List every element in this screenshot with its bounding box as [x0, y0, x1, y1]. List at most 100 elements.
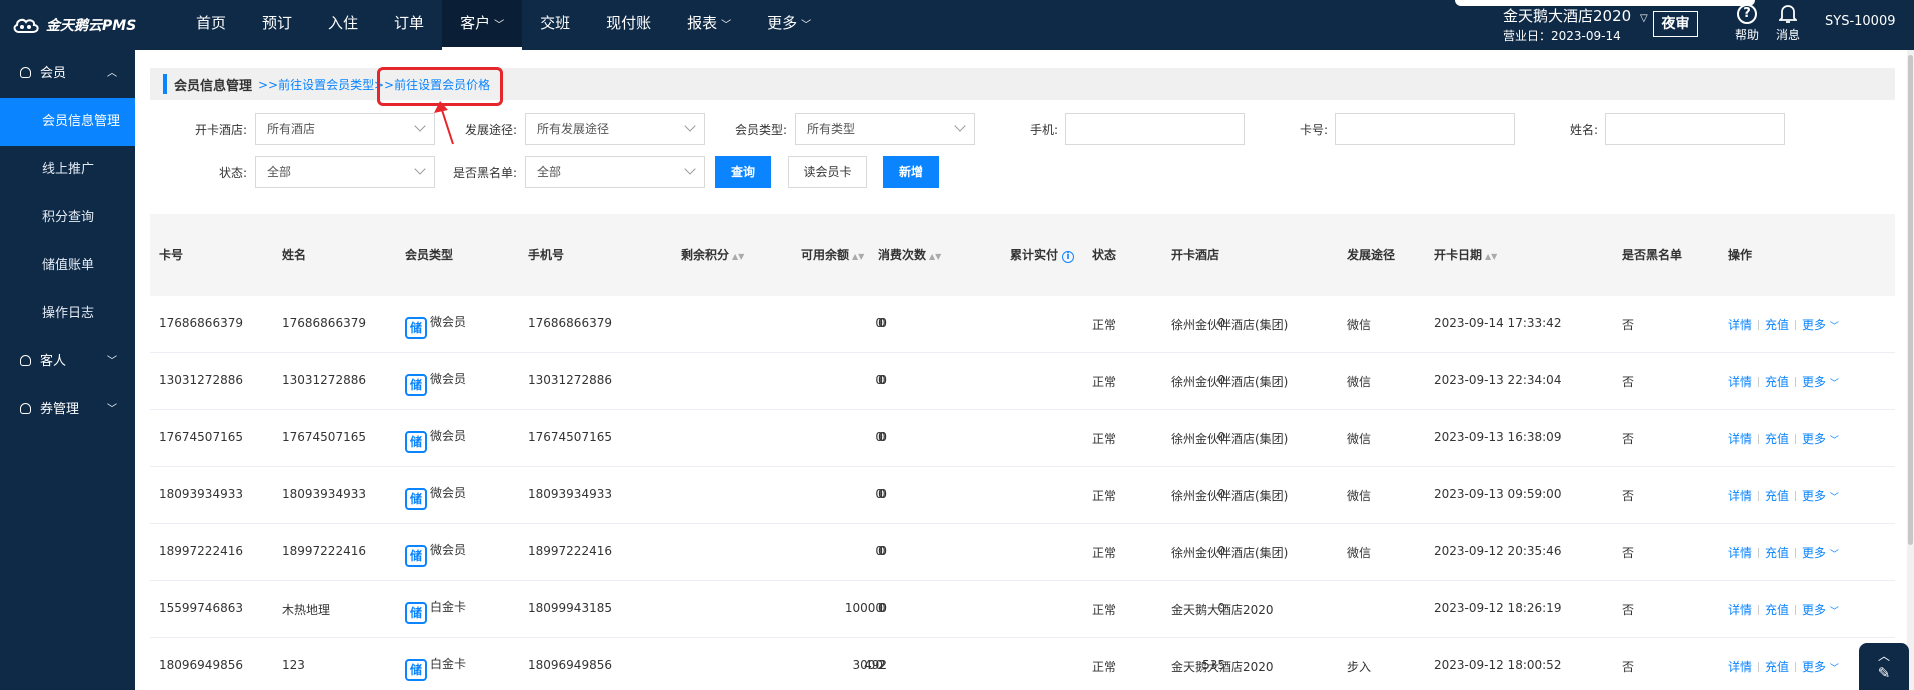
cell-ops: 详情 充值 更多 ﹀ — [1728, 544, 1839, 561]
nav-item-7[interactable]: 报表 ﹀ — [669, 0, 749, 50]
cell-name: 17674507165 — [282, 430, 366, 444]
stored-value-badge: 储 — [405, 317, 427, 339]
phone-input[interactable] — [1065, 113, 1245, 145]
read-card-button[interactable]: 读会员卡 — [788, 156, 867, 188]
sidebar-item-member-info[interactable]: 会员信息管理 — [0, 98, 135, 146]
status-filter-label: 状态: — [218, 166, 247, 180]
sidebar-group-guest[interactable]: 客人 ﹀ — [0, 338, 135, 386]
more-dropdown[interactable]: 更多 ﹀ — [1802, 489, 1839, 503]
detail-link[interactable]: 详情 — [1728, 603, 1752, 617]
recharge-link[interactable]: 充值 — [1765, 660, 1789, 674]
messages-button[interactable]: 消息 — [1768, 4, 1808, 43]
more-dropdown[interactable]: 更多 ﹀ — [1802, 375, 1839, 389]
name-input[interactable] — [1605, 113, 1785, 145]
type-filter-label: 会员类型: — [734, 123, 787, 137]
detail-link[interactable]: 详情 — [1728, 318, 1752, 332]
detail-link[interactable]: 详情 — [1728, 489, 1752, 503]
more-dropdown[interactable]: 更多 ﹀ — [1802, 432, 1839, 446]
add-member-button[interactable]: 新增 — [883, 156, 939, 188]
help-button[interactable]: ? 帮助 — [1727, 4, 1767, 43]
nav-item-label: 订单 — [394, 14, 425, 32]
hotel-select[interactable]: 所有酒店 — [255, 113, 435, 145]
cell-status: 正常 — [1092, 660, 1117, 674]
table-header: 卡号 姓名 会员类型 手机号 剩余积分 ▲▼ 可用余额 ▲▼ 消费次数 ▲▼ 累计实付… — [150, 214, 1895, 296]
nav-item-label: 更多 — [767, 14, 798, 32]
hotel-selector[interactable]: 金天鹅大酒店2020 ▽ 营业日：2023-09-14 — [1503, 5, 1648, 44]
nav-item-2[interactable]: 入住 — [310, 0, 376, 50]
divider — [1758, 548, 1760, 558]
col-ops: 操作 — [1728, 248, 1753, 262]
sidebar-item-points-query[interactable]: 积分查询 — [0, 194, 135, 242]
cell-black: 否 — [1622, 660, 1635, 674]
member-type-select[interactable]: 所有类型 — [795, 113, 975, 145]
stored-value-badge: 储 — [405, 545, 427, 567]
stored-value-badge: 储 — [405, 431, 427, 453]
table-row: 13031272886 13031272886 储微会员 13031272886 0 0 0… — [150, 353, 1895, 410]
sidebar-group-member[interactable]: 会员 ︿ — [0, 50, 135, 98]
status-select[interactable]: 全部 — [255, 156, 435, 188]
goto-member-type-link[interactable]: >>前往设置会员类型 — [258, 76, 374, 93]
cell-channel: 步入 — [1347, 660, 1372, 674]
cell-status: 正常 — [1092, 489, 1117, 503]
blacklist-select[interactable]: 全部 — [525, 156, 705, 188]
sidebar: 会员 ︿ 会员信息管理 线上推广 积分查询 储值账单 操作日志 客人 ﹀ 券管理… — [0, 50, 135, 690]
query-button[interactable]: 查询 — [715, 156, 771, 188]
sidebar-group-coupon[interactable]: 券管理 ﹀ — [0, 386, 135, 434]
info-icon[interactable]: i — [1062, 251, 1075, 263]
recharge-link[interactable]: 充值 — [1765, 318, 1789, 332]
scrollbar-thumb[interactable] — [1908, 55, 1913, 545]
col-count[interactable]: 消费次数 ▲▼ — [878, 246, 941, 263]
nav-item-6[interactable]: 现付账 — [588, 0, 669, 50]
recharge-link[interactable]: 充值 — [1765, 432, 1789, 446]
table-row: 17686866379 17686866379 储微会员 17686866379 0 0 0… — [150, 296, 1895, 353]
col-date[interactable]: 开卡日期 ▲▼ — [1434, 246, 1497, 263]
cell-ops: 详情 充值 更多 ﹀ — [1728, 601, 1839, 618]
sort-icon: ▲▼ — [929, 252, 942, 261]
cell-date: 2023-09-12 20:35:46 — [1434, 544, 1562, 558]
col-balance[interactable]: 可用余额 ▲▼ — [801, 246, 864, 263]
sort-icon: ▲▼ — [732, 252, 745, 261]
cell-phone: 18096949856 — [528, 658, 612, 672]
more-dropdown[interactable]: 更多 ﹀ — [1802, 546, 1839, 560]
col-points[interactable]: 剩余积分 ▲▼ — [681, 246, 744, 263]
detail-link[interactable]: 详情 — [1728, 432, 1752, 446]
cell-count: 0 — [878, 601, 886, 615]
nav-item-3[interactable]: 订单 — [376, 0, 442, 50]
sidebar-item-stored-value[interactable]: 储值账单 — [0, 242, 135, 290]
cell-ops: 详情 充值 更多 ﹀ — [1728, 316, 1839, 333]
app-logo[interactable]: 金天鹅云PMS — [12, 12, 136, 38]
card-number-input[interactable] — [1335, 113, 1515, 145]
more-dropdown[interactable]: 更多 ﹀ — [1802, 660, 1839, 674]
more-dropdown[interactable]: 更多 ﹀ — [1802, 603, 1839, 617]
detail-link[interactable]: 详情 — [1728, 546, 1752, 560]
nav-item-0[interactable]: 首页 — [178, 0, 244, 50]
more-dropdown[interactable]: 更多 ﹀ — [1802, 318, 1839, 332]
channel-select[interactable]: 所有发展途径 — [525, 113, 705, 145]
nav-item-5[interactable]: 交班 — [522, 0, 588, 50]
user-icon — [20, 355, 31, 366]
nav-item-8[interactable]: 更多 ﹀ — [749, 0, 829, 50]
cell-date: 2023-09-13 16:38:09 — [1434, 430, 1562, 444]
sidebar-item-operation-log[interactable]: 操作日志 — [0, 290, 135, 338]
recharge-link[interactable]: 充值 — [1765, 546, 1789, 560]
chevron-down-icon — [954, 120, 966, 132]
night-audit-button[interactable]: 夜审 — [1653, 11, 1698, 37]
divider — [1795, 320, 1797, 330]
stored-value-badge: 储 — [405, 488, 427, 510]
recharge-link[interactable]: 充值 — [1765, 375, 1789, 389]
chevron-up-icon: ︿ — [1877, 649, 1890, 663]
cell-phone: 18093934933 — [528, 487, 612, 501]
user-menu[interactable]: SYS-10009 — [1825, 14, 1896, 29]
nav-item-4[interactable]: 客户 ﹀ — [442, 0, 523, 50]
detail-link[interactable]: 详情 — [1728, 375, 1752, 389]
chevron-down-icon: ﹀ — [1829, 436, 1839, 446]
sidebar-item-online-promo[interactable]: 线上推广 — [0, 146, 135, 194]
sort-icon: ▲▼ — [1485, 252, 1498, 261]
divider — [1758, 605, 1760, 615]
recharge-link[interactable]: 充值 — [1765, 603, 1789, 617]
detail-link[interactable]: 详情 — [1728, 660, 1752, 674]
recharge-link[interactable]: 充值 — [1765, 489, 1789, 503]
float-tool-button[interactable]: ︿ ✎ — [1859, 643, 1909, 690]
member-type-text: 微会员 — [430, 315, 467, 329]
nav-item-1[interactable]: 预订 — [244, 0, 310, 50]
